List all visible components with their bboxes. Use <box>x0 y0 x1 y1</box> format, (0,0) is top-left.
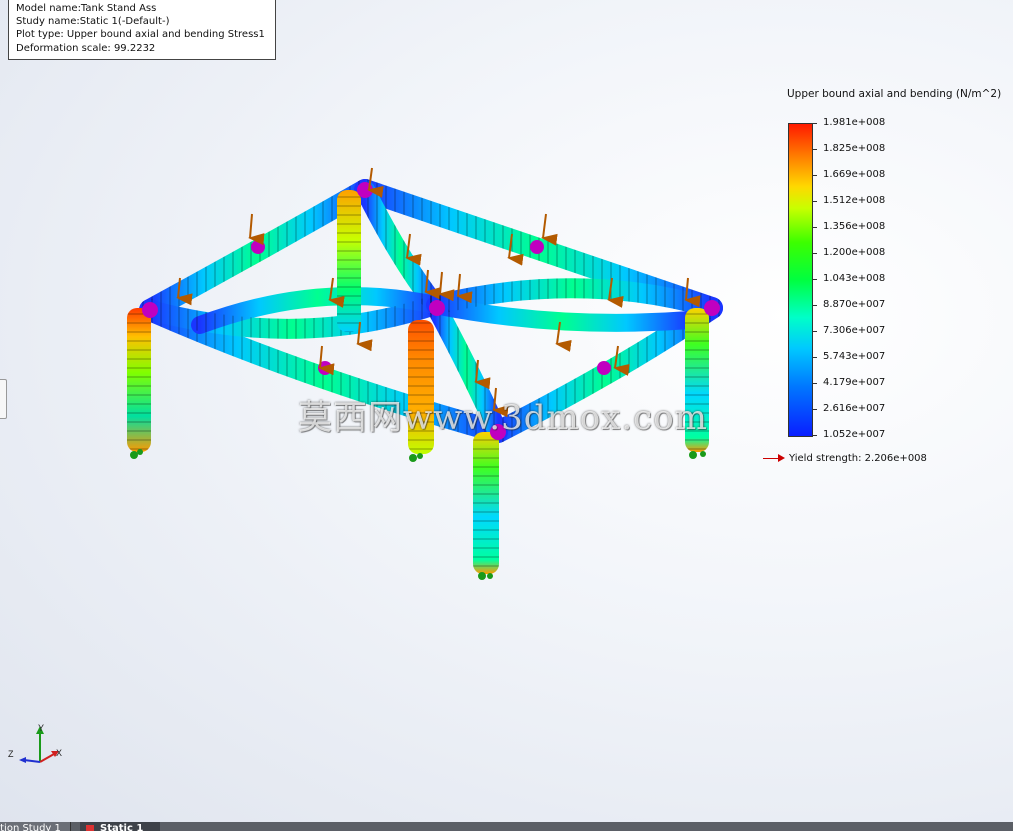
color-bar <box>788 123 813 437</box>
legend-tick-label: 1.825e+008 <box>823 143 886 154</box>
axis-triad: Y X Z <box>8 723 62 763</box>
stress-legend[interactable]: Upper bound axial and bending (N/m^2) 1.… <box>760 86 1010 476</box>
study-info-box: Model name:Tank Stand Ass Study name:Sta… <box>8 0 276 60</box>
legend-tick-mark <box>812 149 817 150</box>
watermark: 莫西网www.3dmox.com <box>298 398 708 438</box>
legend-tick-label: 1.669e+008 <box>823 169 886 180</box>
deformation-scale: Deformation scale: 99.2232 <box>16 42 156 54</box>
yield-strength-label: Yield strength: 2.206e+008 <box>789 453 927 464</box>
legend-tick-mark <box>812 435 817 436</box>
legs <box>127 190 709 574</box>
legend-tick-label: 1.512e+008 <box>823 195 886 206</box>
legend-tick-mark <box>812 175 817 176</box>
tab-simulation-study[interactable]: ation Study 1 <box>0 822 71 831</box>
panel-resize-handle[interactable] <box>0 379 7 419</box>
legend-tick-label: 4.179e+007 <box>823 377 886 388</box>
legend-tick-mark <box>812 201 817 202</box>
legend-tick-mark <box>812 409 817 410</box>
triad-y-label: Y <box>38 723 44 733</box>
triad-x-label: X <box>56 748 62 758</box>
legend-tick-label: 1.981e+008 <box>823 117 886 128</box>
legend-tick-label: 2.616e+007 <box>823 403 886 414</box>
plot-type: Plot type: Upper bound axial and bending… <box>16 29 265 41</box>
legend-tick-label: 1.356e+008 <box>823 221 886 232</box>
fixtures <box>130 449 706 580</box>
legend-tick-label: 1.200e+008 <box>823 247 886 258</box>
legend-tick-mark <box>812 253 817 254</box>
model-name: Model name:Tank Stand Ass <box>16 3 157 14</box>
legend-title: Upper bound axial and bending (N/m^2) <box>787 88 1002 100</box>
legend-tick-mark <box>812 383 817 384</box>
legend-tick-label: 1.043e+008 <box>823 273 886 284</box>
legend-tick-label: 8.870e+007 <box>823 299 886 310</box>
study-icon <box>86 825 94 831</box>
tab-static-1-label: Static 1 <box>100 823 144 831</box>
yield-strength: Yield strength: 2.206e+008 <box>763 453 927 464</box>
triad-z-label: Z <box>8 749 14 759</box>
legend-tick-mark <box>812 331 817 332</box>
legend-tick-mark <box>812 279 817 280</box>
legend-tick-label: 7.306e+007 <box>823 325 886 336</box>
study-name: Study name:Static 1(-Default-) <box>16 16 170 28</box>
tab-static-1[interactable]: Static 1 <box>80 822 160 831</box>
legend-tick-label: 5.743e+007 <box>823 351 886 362</box>
legend-tick-mark <box>812 123 817 124</box>
yield-arrow-icon <box>763 453 785 462</box>
legend-tick-label: 1.052e+007 <box>823 429 886 440</box>
legend-tick-mark <box>812 305 817 306</box>
legend-tick-mark <box>812 357 817 358</box>
legend-tick-mark <box>812 227 817 228</box>
study-tab-bar: ation Study 1 Static 1 <box>0 822 1013 831</box>
